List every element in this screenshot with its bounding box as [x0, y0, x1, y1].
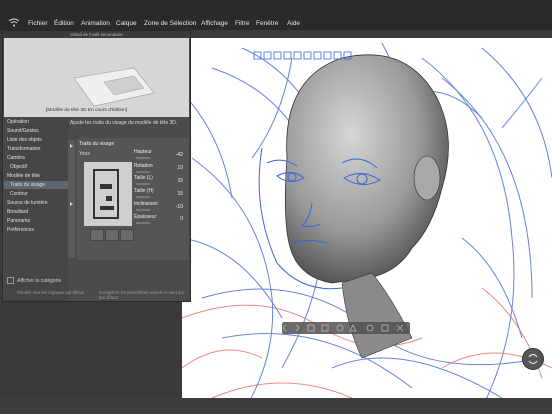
preview-area: [Modèle de tête 3D En cours d'édition]	[4, 38, 189, 117]
category-preferences[interactable]: Préférences	[4, 226, 68, 234]
quick-access-button[interactable]	[522, 348, 544, 370]
show-category-label: Afficher la catégorie	[17, 277, 62, 284]
param-size-h-value[interactable]: 15	[165, 191, 183, 197]
menu-window[interactable]: Fenêtre	[256, 20, 278, 27]
object-launcher[interactable]	[282, 322, 410, 334]
status-strip	[0, 398, 552, 414]
menu-bar: Fichier Édition Animation Calque Zone de…	[0, 0, 552, 30]
category-object-list[interactable]: Liste des objets	[4, 136, 68, 144]
panel-title: Détail de l'outil secondaire	[3, 31, 190, 38]
artboard[interactable]	[182, 38, 552, 414]
category-camera[interactable]: Caméra	[4, 154, 68, 162]
settings-pane: Ajuste les traits du visage du modèle de…	[68, 118, 189, 288]
menu-filter[interactable]: Filtre	[235, 20, 249, 27]
param-rotation-slider[interactable]	[136, 171, 150, 173]
reset-defaults-button[interactable]: Rétablir tous les réglages par défaut	[17, 290, 84, 295]
menu-file[interactable]: Fichier	[28, 20, 48, 27]
category-head-model[interactable]: Modèle de tête	[4, 172, 68, 180]
param-size-h-label: Taille (H)	[134, 188, 154, 194]
show-category-toggle[interactable]: Afficher la catégorie	[7, 277, 61, 284]
param-height-value[interactable]: -42	[165, 152, 183, 158]
param-tilt-slider[interactable]	[136, 209, 150, 211]
sub-tool-detail-panel: Détail de l'outil secondaire [Modèle de …	[2, 30, 191, 302]
param-rotation-value[interactable]: 10	[165, 165, 183, 171]
launcher-icons	[282, 324, 404, 332]
save-defaults-button[interactable]: Enregistrer les paramètres actuels en ta…	[99, 290, 190, 300]
category-list: Opération Sound/Gestes Liste des objets …	[4, 118, 68, 301]
scroll-column[interactable]	[68, 140, 75, 258]
scroll-arrows	[70, 144, 73, 206]
wifi-icon	[8, 18, 20, 27]
category-transformation[interactable]: Transformation	[4, 145, 68, 153]
face-diagram	[84, 162, 132, 226]
description-text: Ajuste les traits du visage du modèle de…	[70, 120, 178, 126]
param-width-slider[interactable]	[136, 183, 150, 185]
menu-selection[interactable]: Zone de Sélection	[144, 20, 196, 27]
param-thickness-label: Épaisseur	[134, 214, 157, 220]
category-operation[interactable]: Opération	[4, 118, 68, 126]
menu-edit[interactable]: Édition	[54, 20, 74, 27]
menu-help[interactable]: Aide	[287, 20, 300, 27]
sketch-illustration	[182, 42, 552, 414]
param-thickness-value[interactable]: 0	[165, 216, 183, 222]
param-thickness-slider[interactable]	[136, 222, 150, 224]
3d-manipulator[interactable]	[253, 51, 352, 60]
head-model[interactable]	[284, 54, 449, 359]
checkbox[interactable]	[7, 277, 14, 284]
category-panorama[interactable]: Panorama	[4, 217, 68, 225]
param-height-label: Hauteur	[134, 149, 152, 155]
param-tilt-label: Inclinaison	[134, 201, 158, 207]
param-width-label: Taille (L)	[134, 175, 153, 181]
category-sound-gestures[interactable]: Sound/Gestes	[4, 127, 68, 135]
preset-button-2[interactable]	[105, 229, 119, 241]
menu-animation[interactable]: Animation	[81, 20, 110, 27]
menu-view[interactable]: Affichage	[201, 20, 228, 27]
preview-label: [Modèle de tête 3D En cours d'édition]	[46, 108, 128, 113]
category-contour[interactable]: Contour	[4, 190, 68, 198]
preset-button-1[interactable]	[90, 229, 104, 241]
param-tilt-value[interactable]: -10	[165, 204, 183, 210]
rotate-icon	[528, 353, 538, 365]
category-light-source[interactable]: Source de lumière	[4, 199, 68, 207]
param-rotation-label: Rotation	[134, 163, 153, 169]
category-fog[interactable]: Brouillard	[4, 208, 68, 216]
param-width-value[interactable]: 15	[165, 178, 183, 184]
preset-button-3[interactable]	[120, 229, 134, 241]
param-size-h-slider[interactable]	[136, 196, 150, 198]
face-diagram-icon	[84, 162, 132, 226]
category-facial-features[interactable]: Traits du visage	[4, 181, 68, 189]
part-label: Yeux	[79, 151, 90, 157]
preview-illustration	[4, 38, 189, 117]
param-height-slider[interactable]	[136, 157, 150, 159]
category-lens[interactable]: Objectif	[4, 163, 68, 171]
group-title: Traits du visage	[79, 141, 115, 147]
menu-layer[interactable]: Calque	[116, 20, 137, 27]
